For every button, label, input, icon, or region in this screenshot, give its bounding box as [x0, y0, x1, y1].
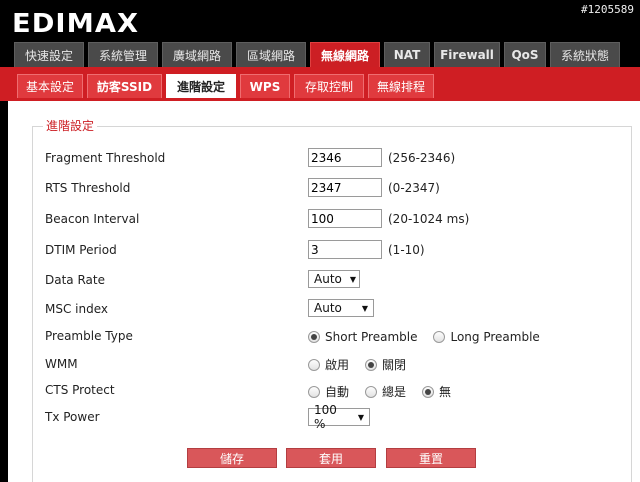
rts-threshold-range: (0-2347): [388, 180, 440, 195]
cts-auto-option[interactable]: 自動: [308, 383, 349, 400]
reset-button[interactable]: 重置: [386, 448, 476, 468]
tab-firewall[interactable]: Firewall: [434, 42, 500, 67]
dtim-period-row: (1-10): [308, 240, 425, 259]
dtim-period-label: DTIM Period: [45, 243, 117, 257]
beacon-interval-input[interactable]: [308, 209, 382, 228]
wmm-enable-label: 啟用: [325, 358, 350, 372]
main-navigation: 快速設定 系統管理 廣域網路 區域網路 無線網路 NAT Firewall Qo…: [14, 42, 624, 67]
preamble-type-row: Short Preamble Long Preamble: [308, 330, 556, 344]
cts-protect-row: 自動 總是 無: [308, 383, 467, 400]
tab-wan[interactable]: 廣域網路: [162, 42, 232, 67]
wmm-disable-radio[interactable]: [365, 358, 378, 371]
data-rate-label: Data Rate: [45, 273, 105, 287]
rts-threshold-input[interactable]: [308, 178, 382, 197]
subtab-wps[interactable]: WPS: [240, 74, 290, 98]
preamble-long-option[interactable]: Long Preamble: [433, 330, 540, 344]
chevron-down-icon: ▼: [357, 412, 364, 422]
fragment-threshold-range: (256-2346): [388, 150, 456, 165]
preamble-short-label: Short Preamble: [325, 330, 418, 344]
cts-always-radio[interactable]: [365, 385, 378, 398]
wmm-disable-label: 關閉: [382, 358, 407, 372]
tab-status[interactable]: 系統狀態: [550, 42, 620, 67]
tab-wireless[interactable]: 無線網路: [310, 42, 380, 67]
tab-quick-setup[interactable]: 快速設定: [14, 42, 84, 67]
save-button[interactable]: 儲存: [187, 448, 277, 468]
edimax-logo: EDIMAX: [12, 9, 140, 39]
cts-auto-label: 自動: [325, 385, 350, 399]
tab-nat[interactable]: NAT: [384, 42, 430, 67]
subtab-guest-ssid[interactable]: 訪客SSID: [87, 74, 162, 98]
cts-none-option[interactable]: 無: [422, 383, 451, 400]
beacon-interval-row: (20-1024 ms): [308, 209, 469, 228]
tx-power-label: Tx Power: [45, 410, 100, 424]
cts-auto-radio[interactable]: [308, 385, 320, 398]
section-title: 進階設定: [43, 118, 98, 134]
subtab-access-control[interactable]: 存取控制: [294, 74, 364, 98]
preamble-long-label: Long Preamble: [450, 330, 540, 344]
wmm-enable-option[interactable]: 啟用: [308, 356, 349, 373]
preamble-short-option[interactable]: Short Preamble: [308, 330, 417, 344]
fragment-threshold-label: Fragment Threshold: [45, 151, 166, 165]
subtab-wireless-schedule[interactable]: 無線排程: [368, 74, 434, 98]
cts-always-option[interactable]: 總是: [365, 383, 406, 400]
beacon-interval-label: Beacon Interval: [45, 212, 140, 226]
beacon-interval-range: (20-1024 ms): [388, 211, 470, 226]
tx-power-row: 100 % ▼: [308, 403, 370, 431]
content-panel: 進階設定 Fragment Threshold (256-2346) RTS T…: [8, 101, 640, 482]
cts-none-radio[interactable]: [422, 385, 435, 398]
sub-navigation: 基本設定 訪客SSID 進階設定 WPS 存取控制 無線排程: [17, 74, 438, 98]
subtab-advanced[interactable]: 進階設定: [166, 74, 236, 98]
wmm-enable-radio[interactable]: [308, 358, 320, 371]
tx-power-value: 100 %: [314, 403, 337, 431]
wmm-disable-option[interactable]: 關閉: [365, 356, 406, 373]
tx-power-select[interactable]: 100 % ▼: [308, 403, 370, 431]
data-rate-value: Auto: [314, 272, 342, 286]
msc-index-label: MSC index: [45, 302, 108, 316]
tab-qos[interactable]: QoS: [504, 42, 546, 67]
data-rate-row: Auto ▼: [308, 270, 360, 288]
apply-button[interactable]: 套用: [286, 448, 376, 468]
tab-lan[interactable]: 區域網路: [236, 42, 306, 67]
chevron-down-icon: ▼: [349, 274, 357, 284]
preamble-short-radio[interactable]: [308, 331, 320, 343]
subtab-basic[interactable]: 基本設定: [17, 74, 83, 98]
wmm-row: 啟用 關閉: [308, 356, 422, 373]
cts-none-label: 無: [439, 385, 452, 399]
cts-always-label: 總是: [382, 385, 407, 399]
wmm-label: WMM: [45, 357, 78, 371]
rts-threshold-row: (0-2347): [308, 178, 440, 197]
image-watermark: #1205589: [581, 3, 634, 16]
msc-index-row: Auto ▼: [308, 299, 374, 317]
dtim-period-range: (1-10): [388, 242, 425, 257]
cts-protect-label: CTS Protect: [45, 383, 115, 397]
msc-index-select[interactable]: Auto ▼: [308, 299, 374, 317]
preamble-long-radio[interactable]: [433, 331, 446, 343]
msc-index-value: Auto: [314, 301, 342, 315]
tab-system[interactable]: 系統管理: [88, 42, 158, 67]
dtim-period-input[interactable]: [308, 240, 382, 259]
data-rate-select[interactable]: Auto ▼: [308, 270, 360, 288]
fragment-threshold-input[interactable]: [308, 148, 382, 167]
rts-threshold-label: RTS Threshold: [45, 181, 131, 195]
chevron-down-icon: ▼: [361, 303, 368, 313]
fragment-threshold-row: (256-2346): [308, 148, 455, 167]
preamble-type-label: Preamble Type: [45, 329, 133, 343]
